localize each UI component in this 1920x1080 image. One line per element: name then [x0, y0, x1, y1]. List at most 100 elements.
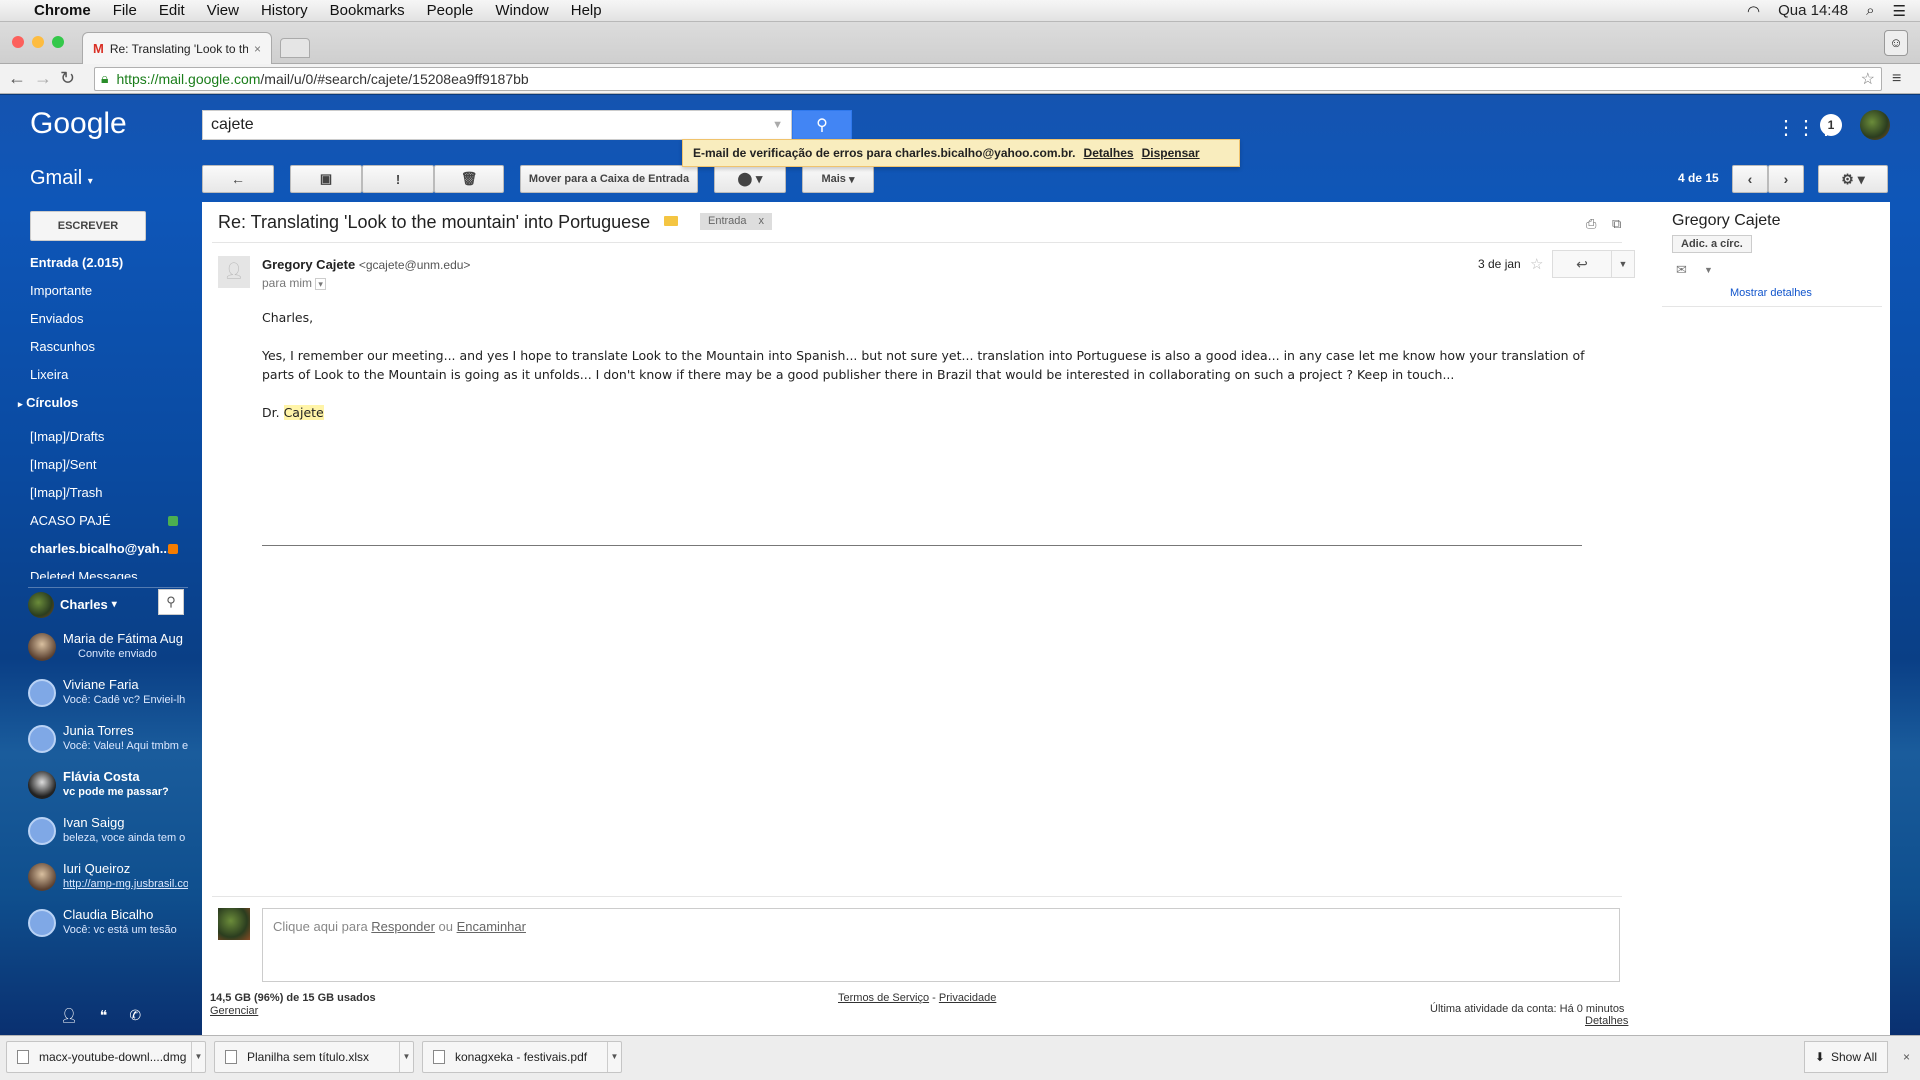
settings-button[interactable]: ⚙ ▾: [1818, 165, 1888, 193]
chevron-down-icon[interactable]: ▾: [315, 278, 326, 290]
chevron-down-icon[interactable]: ▼: [191, 1042, 205, 1072]
newer-button[interactable]: ‹: [1732, 165, 1768, 193]
menu-view[interactable]: View: [207, 2, 239, 19]
notification-center-icon[interactable]: ☰: [1893, 2, 1906, 20]
terms-link[interactable]: Termos de Serviço: [838, 992, 929, 1004]
alert-dismiss-link[interactable]: Dispensar: [1142, 146, 1200, 160]
recipient-line[interactable]: para mim ▾: [262, 276, 326, 290]
google-logo[interactable]: Google: [30, 107, 127, 141]
menu-history[interactable]: History: [261, 2, 308, 19]
search-options-dropdown-icon[interactable]: ▼: [772, 119, 783, 131]
nav-yahoo-account[interactable]: charles.bicalho@yah...: [30, 541, 171, 556]
menu-people[interactable]: People: [427, 2, 474, 19]
close-icon[interactable]: ×: [1903, 1050, 1910, 1064]
add-to-circles-button[interactable]: Adic. a círc.: [1672, 235, 1752, 253]
chevron-down-icon[interactable]: ▼: [1704, 265, 1713, 275]
importance-label-icon[interactable]: [664, 216, 678, 226]
new-window-icon[interactable]: ⧉: [1612, 216, 1621, 232]
delete-button[interactable]: 🗑︎: [434, 165, 504, 193]
nav-important[interactable]: Importante: [30, 283, 92, 298]
nav-imap-drafts[interactable]: [Imap]/Drafts: [30, 429, 104, 444]
new-tab-button[interactable]: [280, 38, 310, 58]
print-icon[interactable]: ⎙: [1586, 216, 1596, 232]
envelope-icon[interactable]: ✉: [1676, 262, 1687, 278]
download-item[interactable]: macx-youtube-downl....dmg ▼: [6, 1041, 206, 1073]
window-close-button[interactable]: [12, 36, 24, 48]
chevron-down-icon[interactable]: ▼: [399, 1042, 413, 1072]
nav-inbox[interactable]: Entrada (2.015): [30, 255, 123, 270]
labels-button[interactable]: ⬤ ▾: [714, 165, 786, 193]
chrome-menu-icon[interactable]: ≡: [1892, 70, 1901, 88]
compose-button[interactable]: ESCREVER: [30, 211, 146, 241]
menu-bookmarks[interactable]: Bookmarks: [330, 2, 405, 19]
show-all-downloads-button[interactable]: ⬇ Show All: [1803, 1041, 1888, 1073]
address-bar[interactable]: 🔒︎ https://mail.google.com /mail/u/0/#se…: [94, 66, 1882, 91]
move-to-inbox-button[interactable]: Mover para a Caixa de Entrada: [520, 165, 698, 193]
contact-name: Ivan Saigg: [63, 815, 125, 830]
contact-name: Claudia Bicalho: [63, 907, 154, 922]
spotlight-search-icon[interactable]: ⌕: [1866, 2, 1874, 19]
gmail-product-switcher[interactable]: Gmail ▾: [30, 167, 93, 190]
star-icon[interactable]: ☆: [1530, 255, 1543, 273]
nav-trash[interactable]: Lixeira: [30, 367, 68, 382]
reply-button[interactable]: ↩: [1552, 250, 1612, 278]
menu-help[interactable]: Help: [571, 2, 602, 19]
nav-deleted-messages[interactable]: Deleted Messages: [30, 569, 138, 579]
privacy-link[interactable]: Privacidade: [939, 992, 996, 1004]
browser-tab-active[interactable]: M Re: Translating 'Look to th ×: [82, 32, 272, 64]
nav-circles[interactable]: ▸ Círculos: [18, 395, 78, 410]
more-button[interactable]: Mais ▾: [802, 165, 874, 193]
nav-imap-sent[interactable]: [Imap]/Sent: [30, 457, 96, 472]
search-input[interactable]: cajete ▼: [202, 110, 792, 140]
browser-tab-strip: M Re: Translating 'Look to th × ☺: [0, 22, 1920, 64]
manage-storage-link[interactable]: Gerenciar: [210, 1005, 258, 1017]
download-item[interactable]: Planilha sem título.xlsx ▼: [214, 1041, 414, 1073]
menu-edit[interactable]: Edit: [159, 2, 185, 19]
nav-acaso-paje[interactable]: ACASO PAJÉ: [30, 513, 111, 528]
label-chip-remove[interactable]: x: [759, 213, 765, 230]
forward-arrow-icon[interactable]: →: [34, 68, 56, 89]
label-chip[interactable]: Entrada x: [700, 213, 773, 230]
activity-details-link[interactable]: Detalhes: [1585, 1015, 1628, 1027]
back-arrow-icon[interactable]: ←: [8, 68, 30, 89]
report-spam-button[interactable]: !: [362, 165, 434, 193]
chevron-down-icon[interactable]: ▼: [607, 1042, 621, 1072]
older-button[interactable]: ›: [1768, 165, 1804, 193]
bookmark-star-icon[interactable]: ☆: [1861, 69, 1875, 89]
menu-file[interactable]: File: [113, 2, 137, 19]
account-avatar[interactable]: [1860, 110, 1890, 140]
window-zoom-button[interactable]: [52, 36, 64, 48]
download-item[interactable]: konagxeka - festivais.pdf ▼: [422, 1041, 622, 1073]
secure-lock-icon[interactable]: 🔒︎: [101, 70, 108, 87]
reply-link[interactable]: Responder: [371, 919, 435, 934]
reload-icon[interactable]: ↻: [60, 68, 82, 89]
phone-icon[interactable]: ✆: [129, 1007, 141, 1024]
sender-line[interactable]: Gregory Cajete <gcajete@unm.edu>: [262, 257, 470, 272]
footer-separator: -: [929, 992, 939, 1004]
sender-name: Gregory Cajete: [262, 257, 356, 272]
nav-drafts[interactable]: Rascunhos: [30, 339, 95, 354]
sender-avatar: 👤︎: [218, 256, 250, 288]
hangouts-quote-icon[interactable]: ❝: [100, 1007, 108, 1024]
back-to-results-button[interactable]: ←: [202, 165, 274, 193]
message-more-dropdown[interactable]: ▼: [1611, 250, 1635, 278]
menu-app-chrome[interactable]: Chrome: [34, 2, 91, 19]
menubar-clock[interactable]: Qua 14:48: [1778, 2, 1848, 19]
notification-badge[interactable]: 1: [1820, 114, 1842, 136]
browser-profile-icon[interactable]: ☺: [1884, 30, 1908, 56]
show-details-link[interactable]: Mostrar detalhes: [1730, 287, 1812, 299]
search-button[interactable]: ⚲: [792, 110, 852, 140]
nav-sent[interactable]: Enviados: [30, 311, 83, 326]
archive-button[interactable]: ▣: [290, 165, 362, 193]
window-minimize-button[interactable]: [32, 36, 44, 48]
alert-details-link[interactable]: Detalhes: [1084, 146, 1134, 160]
nav-imap-trash[interactable]: [Imap]/Trash: [30, 485, 102, 500]
menu-window[interactable]: Window: [495, 2, 548, 19]
forward-link[interactable]: Encaminhar: [457, 919, 526, 934]
tab-close-icon[interactable]: ×: [254, 42, 261, 56]
reply-box[interactable]: Clique aqui para Responder ou Encaminhar: [262, 908, 1620, 982]
contacts-person-icon[interactable]: 👤︎: [60, 1007, 78, 1024]
divider: [212, 896, 1622, 897]
wifi-icon[interactable]: ◠: [1747, 2, 1760, 20]
chat-search-button[interactable]: ⚲: [158, 589, 184, 615]
